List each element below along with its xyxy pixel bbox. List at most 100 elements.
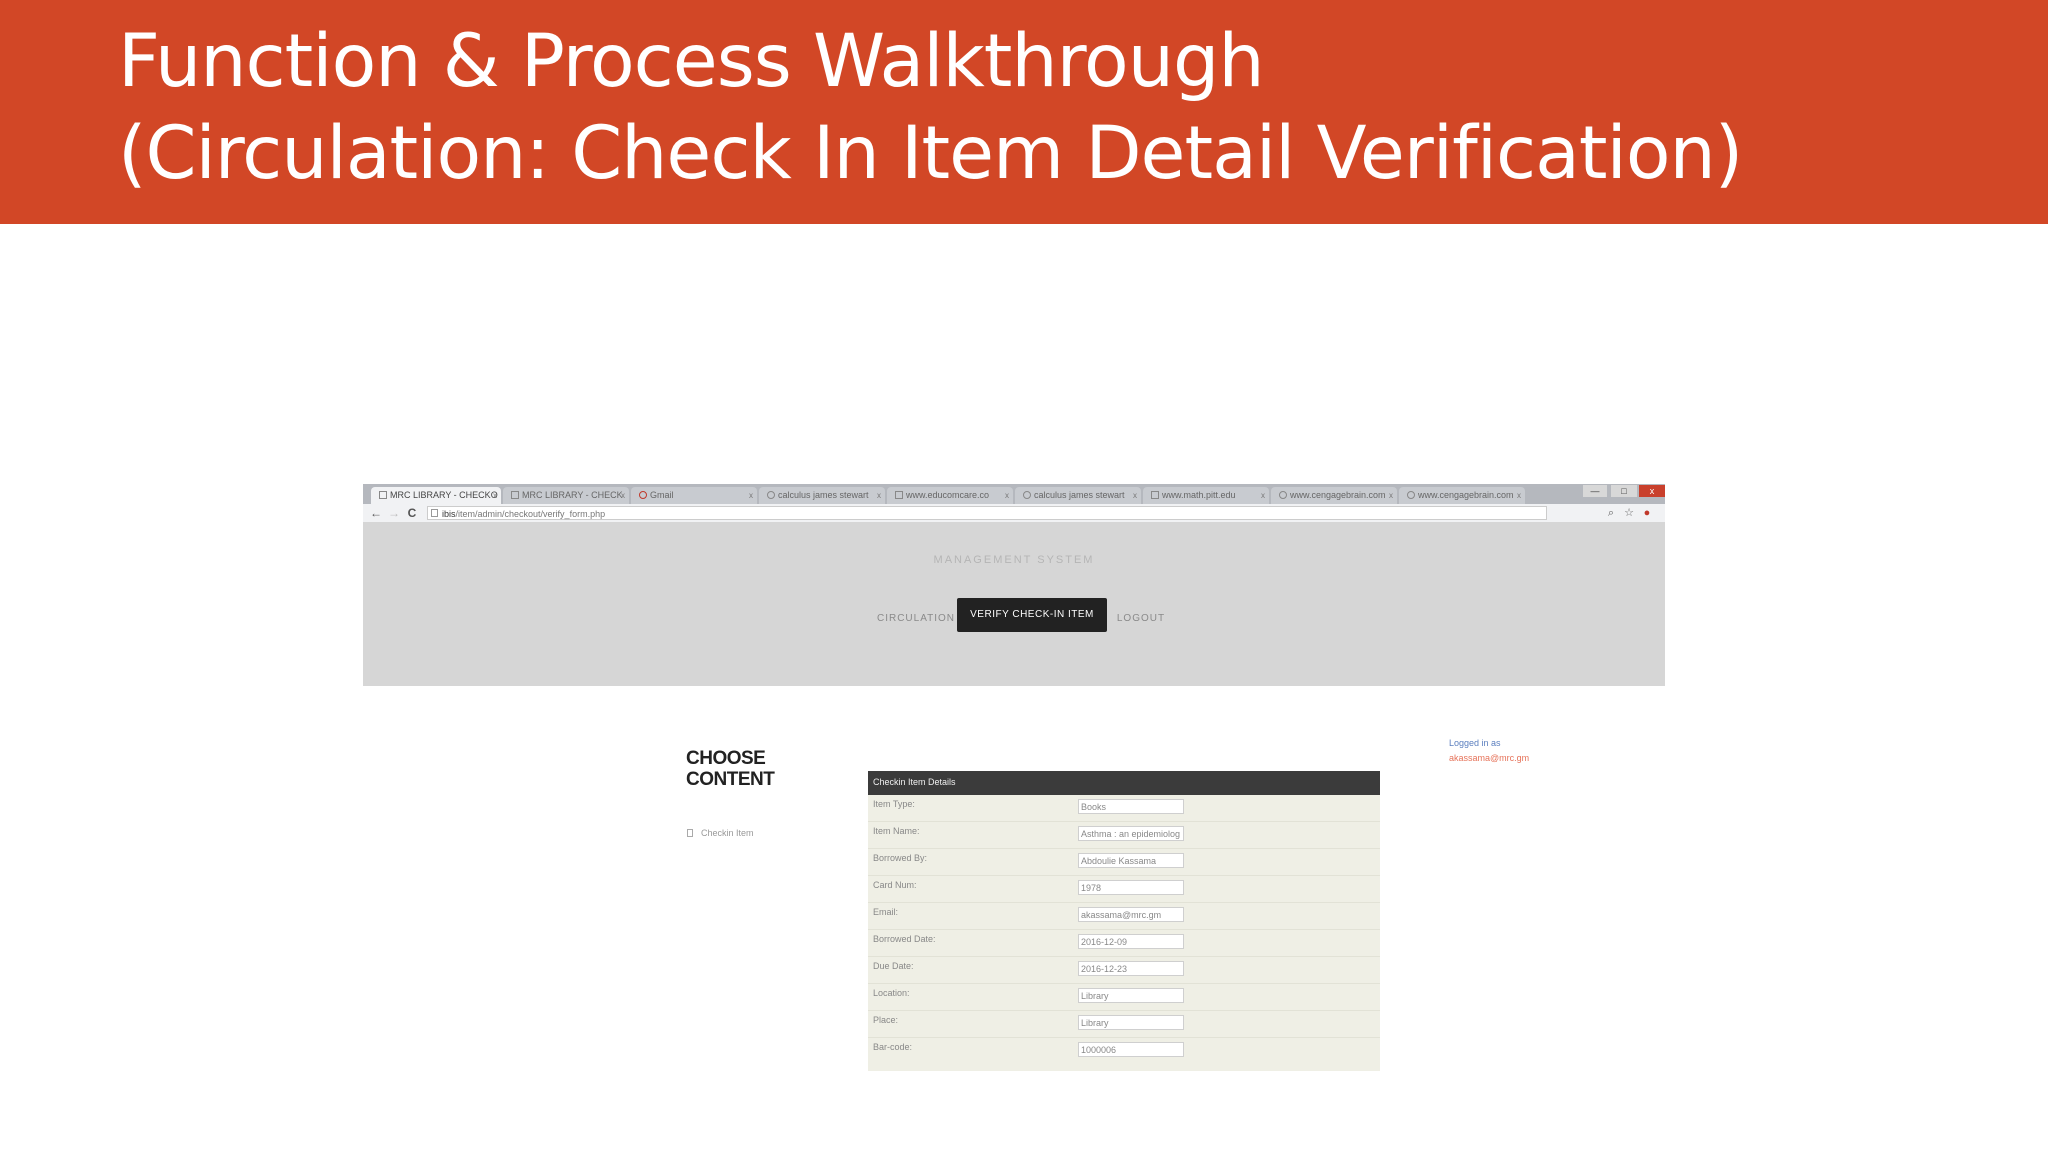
- browser-tab-bar: MRC LIBRARY - CHECKO x MRC LIBRARY - CHEC…: [363, 484, 1665, 504]
- star-icon[interactable]: ☆: [1622, 506, 1636, 520]
- email-field[interactable]: akassama@mrc.gm: [1078, 907, 1184, 922]
- logged-in-user-link[interactable]: akassama@mrc.gm: [1449, 753, 1529, 763]
- url-path: /item/admin/checkout/verify_form.php: [455, 509, 606, 519]
- page-icon: [379, 491, 387, 499]
- card-num-field[interactable]: 1978: [1078, 880, 1184, 895]
- page-info-icon[interactable]: [431, 509, 438, 517]
- browser-tab-label: Gmail: [650, 490, 674, 500]
- close-tab-icon[interactable]: x: [1133, 487, 1137, 504]
- nav-verify-checkin-item[interactable]: VERIFY CHECK-IN ITEM: [957, 598, 1107, 632]
- close-tab-icon[interactable]: x: [1389, 487, 1393, 504]
- sidebar-title-line-1: CHOOSE: [686, 748, 766, 769]
- browser-tab-label: calculus james stewart: [1034, 490, 1125, 500]
- item-type-field[interactable]: Books: [1078, 799, 1184, 814]
- detail-row-card-num: Card Num: 1978: [868, 876, 1380, 903]
- logged-in-label: Logged in as: [1449, 738, 1501, 748]
- browser-tab-8[interactable]: www.cengagebrain.com x: [1399, 487, 1525, 504]
- field-label: Item Name:: [873, 826, 920, 836]
- gmail-icon: [639, 491, 647, 499]
- browser-tab-label: MRC LIBRARY - CHECKO: [390, 490, 498, 500]
- sidebar-item-checkin-item[interactable]: Checkin Item: [687, 828, 754, 838]
- detail-row-bar-code: Bar-code: 1000006: [868, 1038, 1380, 1064]
- field-label: Due Date:: [873, 961, 914, 971]
- due-date-field[interactable]: 2016-12-23: [1078, 961, 1184, 976]
- close-tab-icon[interactable]: x: [1005, 487, 1009, 504]
- reload-button[interactable]: C: [404, 505, 420, 521]
- field-label: Bar-code:: [873, 1042, 913, 1052]
- browser-tab-1[interactable]: MRC LIBRARY - CHECK x: [503, 487, 629, 504]
- browser-tab-0[interactable]: MRC LIBRARY - CHECKO x: [371, 487, 501, 504]
- sidebar-item-label: Checkin Item: [701, 828, 754, 838]
- browser-tab-label: www.educomcare.co: [906, 490, 990, 500]
- checkin-item-details-panel: Checkin Item Details Item Type: Books It…: [868, 771, 1380, 1071]
- nav-circulation[interactable]: CIRCULATION: [866, 602, 966, 636]
- search-icon[interactable]: ⌕: [1604, 506, 1618, 520]
- slide-title-line-1: Function & Process Walkthrough: [118, 19, 1265, 104]
- detail-row-borrowed-date: Borrowed Date: 2016-12-09: [868, 930, 1380, 957]
- nav-logout[interactable]: LOGOUT: [1111, 602, 1171, 636]
- close-window-button[interactable]: x: [1639, 485, 1665, 497]
- minimize-button[interactable]: —: [1583, 485, 1607, 497]
- page-icon: [511, 491, 519, 499]
- place-field[interactable]: Library: [1078, 1015, 1184, 1030]
- detail-row-place: Place: Library: [868, 1011, 1380, 1038]
- browser-tab-label: calculus james stewart: [778, 490, 869, 500]
- maximize-button[interactable]: □: [1611, 485, 1637, 497]
- browser-tab-label: www.cengagebrain.com: [1418, 490, 1514, 500]
- browser-tab-7[interactable]: www.cengagebrain.com x: [1271, 487, 1397, 504]
- site-header: MANAGEMENT SYSTEM CIRCULATION VERIFY CHE…: [363, 522, 1665, 686]
- detail-row-location: Location: Library: [868, 984, 1380, 1011]
- browser-tab-label: www.cengagebrain.com: [1290, 490, 1386, 500]
- close-tab-icon[interactable]: x: [1261, 487, 1265, 504]
- forward-button[interactable]: →: [386, 505, 402, 521]
- url-host: ibis: [442, 509, 456, 519]
- browser-tab-5[interactable]: calculus james stewart x: [1015, 487, 1141, 504]
- loading-icon: [1407, 491, 1415, 499]
- field-label: Email:: [873, 907, 899, 917]
- close-tab-icon[interactable]: x: [493, 487, 497, 504]
- browser-tab-6[interactable]: www.math.pitt.edu x: [1143, 487, 1269, 504]
- browser-tab-4[interactable]: www.educomcare.co x: [887, 487, 1013, 504]
- system-title: MANAGEMENT SYSTEM: [933, 554, 1095, 566]
- location-field[interactable]: Library: [1078, 988, 1184, 1003]
- field-label: Place:: [873, 1015, 899, 1025]
- embedded-browser-screenshot: MRC LIBRARY - CHECKO x MRC LIBRARY - CHEC…: [363, 484, 1665, 1074]
- detail-row-due-date: Due Date: 2016-12-23: [868, 957, 1380, 984]
- google-icon: [1023, 491, 1031, 499]
- google-icon: [767, 491, 775, 499]
- detail-row-item-type: Item Type: Books: [868, 795, 1380, 822]
- borrowed-date-field[interactable]: 2016-12-09: [1078, 934, 1184, 949]
- field-label: Item Type:: [873, 799, 915, 809]
- slide-title: Function & Process Walkthrough (Circulat…: [118, 16, 1743, 200]
- page-icon: [1151, 491, 1159, 499]
- browser-tab-label: www.math.pitt.edu: [1162, 490, 1236, 500]
- bar-code-field[interactable]: 1000006: [1078, 1042, 1184, 1057]
- sidebar-title: CHOOSE CONTENT: [686, 748, 775, 790]
- field-label: Borrowed Date:: [873, 934, 936, 944]
- close-tab-icon[interactable]: x: [749, 487, 753, 504]
- address-bar[interactable]: ibis/item/admin/checkout/verify_form.php: [427, 506, 1547, 520]
- detail-row-borrowed-by: Borrowed By: Abdoulie Kassama: [868, 849, 1380, 876]
- sidebar-title-line-2: CONTENT: [686, 769, 775, 790]
- browser-tab-3[interactable]: calculus james stewart x: [759, 487, 885, 504]
- field-label: Borrowed By:: [873, 853, 928, 863]
- window-controls: — □ x: [1555, 484, 1665, 498]
- close-tab-icon[interactable]: x: [621, 487, 625, 504]
- detail-row-item-name: Item Name: Asthma : an epidemiolog: [868, 822, 1380, 849]
- close-tab-icon[interactable]: x: [877, 487, 881, 504]
- field-label: Location:: [873, 988, 910, 998]
- item-name-field[interactable]: Asthma : an epidemiolog: [1078, 826, 1184, 841]
- loading-icon: [1279, 491, 1287, 499]
- browser-tab-2[interactable]: Gmail x: [631, 487, 757, 504]
- slide-title-line-2: (Circulation: Check In Item Detail Verif…: [118, 111, 1743, 196]
- browser-tab-label: MRC LIBRARY - CHECK: [522, 490, 623, 500]
- back-button[interactable]: ←: [368, 505, 384, 521]
- document-icon: [687, 829, 693, 837]
- browser-toolbar: ← → C ibis/item/admin/checkout/verify_fo…: [363, 504, 1665, 523]
- extension-icon[interactable]: ●: [1640, 506, 1654, 520]
- borrowed-by-field[interactable]: Abdoulie Kassama: [1078, 853, 1184, 868]
- panel-header: Checkin Item Details: [868, 771, 1380, 795]
- field-label: Card Num:: [873, 880, 917, 890]
- detail-row-email: Email: akassama@mrc.gm: [868, 903, 1380, 930]
- close-tab-icon[interactable]: x: [1517, 487, 1521, 504]
